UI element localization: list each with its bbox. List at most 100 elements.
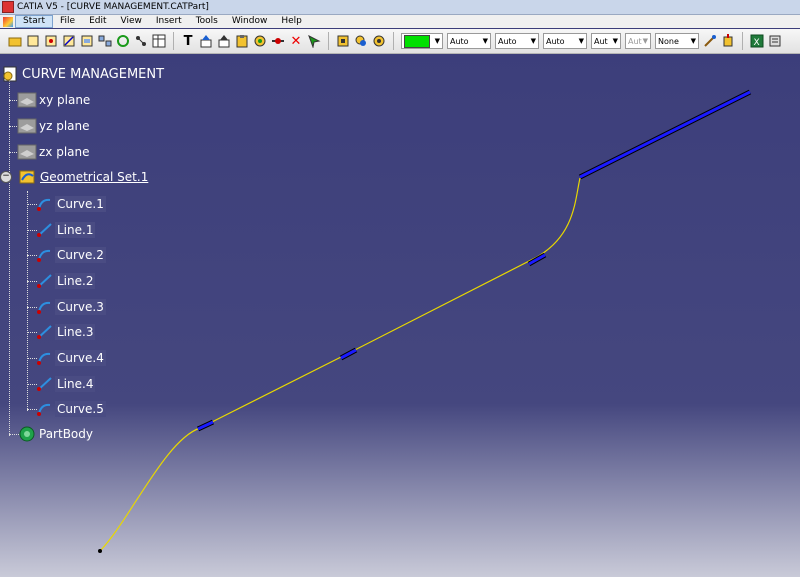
table-icon[interactable]: [151, 33, 167, 49]
multi-select-icon[interactable]: [133, 33, 149, 49]
chevron-down-icon: ▼: [612, 37, 618, 45]
menu-window[interactable]: Window: [225, 15, 275, 28]
part-gear-icon: [0, 65, 20, 83]
chevron-down-icon: ▼: [578, 37, 584, 45]
excel-icon[interactable]: X: [749, 33, 765, 49]
tree-root-label: CURVE MANAGEMENT: [22, 66, 165, 82]
tree-item-curve-2[interactable]: Curve.2: [35, 245, 106, 265]
refresh-icon[interactable]: [115, 33, 131, 49]
tree-item-line-3[interactable]: Line.3: [35, 322, 96, 342]
menu-edit[interactable]: Edit: [82, 15, 113, 28]
tree-item-curve-5[interactable]: Curve.5: [35, 399, 106, 419]
connect-icon[interactable]: [270, 33, 286, 49]
sketch-icon[interactable]: [25, 33, 41, 49]
projection-icon[interactable]: [97, 33, 113, 49]
geometrical-set-icon: [18, 168, 38, 186]
line-icon[interactable]: [61, 33, 77, 49]
menu-view[interactable]: View: [114, 15, 149, 28]
tree-root[interactable]: CURVE MANAGEMENT: [0, 64, 166, 84]
tree-item-label: Curve.1: [55, 196, 106, 212]
tree-item-yz-plane[interactable]: yz plane: [17, 116, 92, 136]
transparency-combo[interactable]: Auto ▼: [447, 33, 491, 49]
color-swatch: [404, 34, 430, 48]
export-icon[interactable]: [216, 33, 232, 49]
menu-tools[interactable]: Tools: [189, 15, 225, 28]
line-icon: [35, 272, 55, 290]
tree-item-label: PartBody: [39, 427, 93, 441]
plane-icon: [17, 143, 37, 161]
toolbar-separator: [393, 32, 394, 50]
layers-icon[interactable]: [353, 33, 369, 49]
plane-icon[interactable]: [79, 33, 95, 49]
menu-bar: Start File Edit View Insert Tools Window…: [0, 15, 800, 28]
layer-combo[interactable]: None ▼: [655, 33, 699, 49]
line-icon: [35, 323, 55, 341]
line-type-combo[interactable]: Auto ▼: [543, 33, 587, 49]
line-icon: [35, 221, 55, 239]
visibility-icon[interactable]: [371, 33, 387, 49]
plane-icon: [17, 91, 37, 109]
catalog-icon[interactable]: [252, 33, 268, 49]
tree-item-label: xy plane: [39, 93, 91, 107]
open-folder-icon[interactable]: [7, 33, 23, 49]
catia-start-icon[interactable]: [3, 16, 13, 27]
point-symbol-combo[interactable]: Aut ▼: [591, 33, 621, 49]
tree-connector: [9, 76, 10, 436]
toolbar-separator: [173, 32, 174, 50]
point-icon[interactable]: [43, 33, 59, 49]
render-style-combo[interactable]: Aut ▼: [625, 33, 651, 49]
collapse-toggle-icon[interactable]: −: [0, 171, 12, 183]
chevron-down-icon: ▼: [530, 37, 536, 45]
paint-icon[interactable]: [720, 33, 736, 49]
color-combo[interactable]: ▼: [401, 33, 443, 49]
window-title: CATIA V5 - [CURVE MANAGEMENT.CATPart]: [17, 2, 209, 12]
tree-item-label: Curve.3: [55, 299, 106, 315]
tree-item-xy-plane[interactable]: xy plane: [17, 90, 92, 110]
curve-start-point[interactable]: [98, 549, 102, 553]
curve-icon: [35, 195, 55, 213]
specification-tree: CURVE MANAGEMENT xy plane yz plane zx pl…: [0, 58, 300, 458]
text-icon[interactable]: T: [180, 33, 196, 49]
tree-item-curve-1[interactable]: Curve.1: [35, 194, 106, 214]
tree-item-curve-4[interactable]: Curve.4: [35, 348, 106, 368]
tree-item-label: Curve.4: [55, 350, 106, 366]
tree-item-label: Line.3: [55, 324, 96, 340]
clipboard-icon[interactable]: [234, 33, 250, 49]
tree-item-line-1[interactable]: Line.1: [35, 220, 96, 240]
tree-item-label: yz plane: [39, 119, 90, 133]
tree-item-label: Geometrical Set.1: [40, 170, 149, 184]
line-thickness-combo[interactable]: Auto ▼: [495, 33, 539, 49]
menu-start[interactable]: Start: [15, 15, 53, 28]
toolbar-separator: [742, 32, 743, 50]
tree-item-label: Line.1: [55, 222, 96, 238]
chevron-down-icon: ▼: [690, 37, 696, 45]
brush-icon[interactable]: [702, 33, 718, 49]
menu-insert[interactable]: Insert: [149, 15, 189, 28]
tree-item-label: Line.2: [55, 273, 96, 289]
catia-app-icon: [2, 1, 14, 13]
delete-icon[interactable]: ✕: [288, 33, 304, 49]
svg-text:X: X: [754, 38, 760, 48]
tree-item-curve-3[interactable]: Curve.3: [35, 297, 106, 317]
upload-icon[interactable]: [198, 33, 214, 49]
curve-icon: [35, 349, 55, 367]
tree-item-geometrical-set[interactable]: − Geometrical Set.1: [0, 167, 150, 187]
partbody-gear-icon: [17, 425, 37, 443]
tree-item-partbody[interactable]: PartBody: [17, 424, 95, 444]
chevron-down-icon: ▼: [434, 37, 440, 45]
chevron-down-icon: ▼: [482, 37, 488, 45]
toolbar: T ✕ ▼ Auto ▼ Auto ▼ Auto ▼ Aut ▼ Aut ▼ None ▼ …: [0, 29, 800, 54]
menu-file[interactable]: File: [53, 15, 82, 28]
tree-item-label: Line.4: [55, 376, 96, 392]
tree-item-line-4[interactable]: Line.4: [35, 374, 96, 394]
menu-help[interactable]: Help: [274, 15, 309, 28]
tree-item-label: Curve.5: [55, 401, 106, 417]
snap-icon[interactable]: [335, 33, 351, 49]
title-bar: CATIA V5 - [CURVE MANAGEMENT.CATPart]: [0, 0, 800, 15]
arrow-icon[interactable]: [306, 33, 322, 49]
tree-item-line-2[interactable]: Line.2: [35, 271, 96, 291]
curve-icon: [35, 298, 55, 316]
tree-item-zx-plane[interactable]: zx plane: [17, 142, 92, 162]
curve-icon: [35, 400, 55, 418]
settings-icon[interactable]: [767, 33, 783, 49]
